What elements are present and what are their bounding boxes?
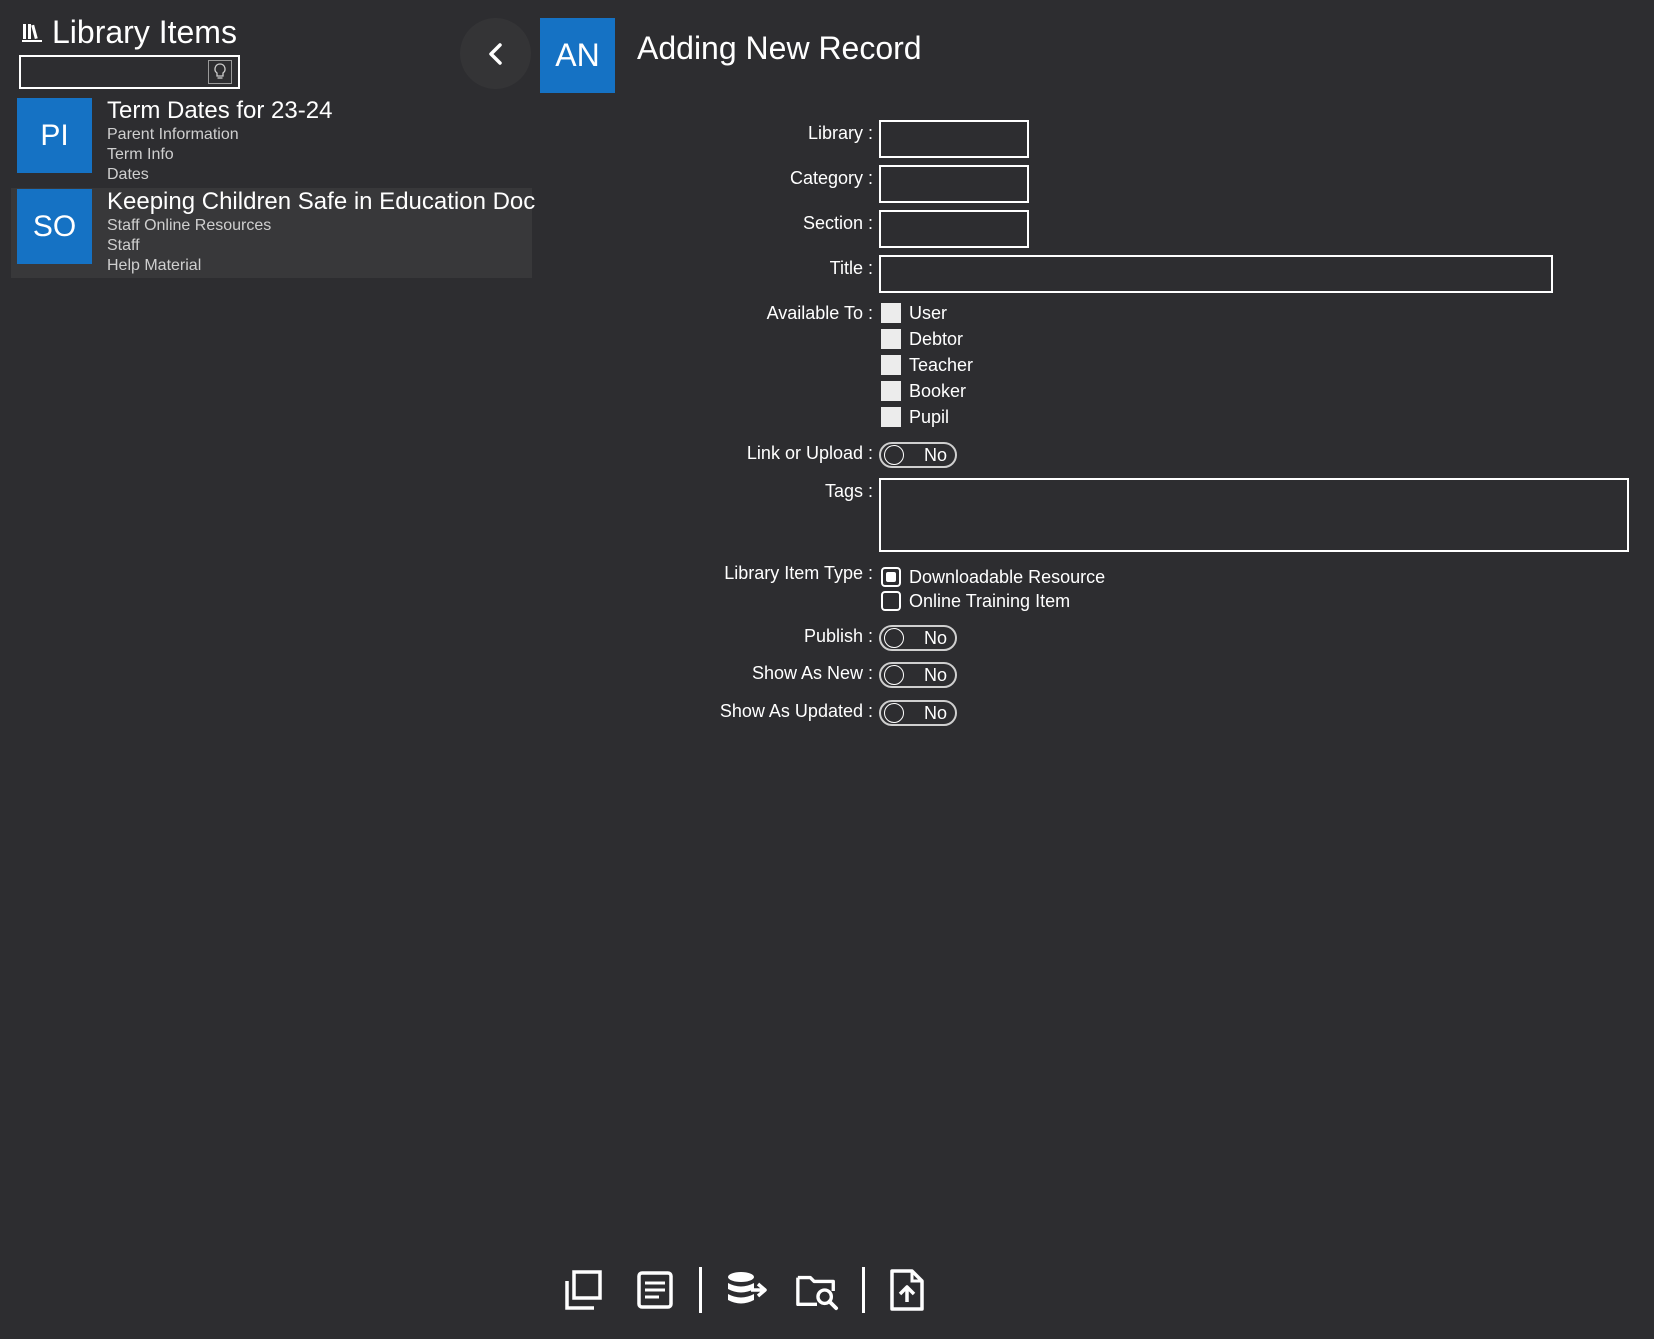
checkbox[interactable]: [881, 355, 901, 375]
library-input[interactable]: [881, 122, 1027, 156]
section-input[interactable]: [881, 212, 1027, 246]
toolbar-divider: [862, 1267, 865, 1313]
show-as-updated-toggle[interactable]: No: [879, 700, 957, 726]
avatar: PI: [17, 98, 92, 173]
radio-online-training-item[interactable]: Online Training Item: [881, 590, 1070, 612]
library-field[interactable]: [879, 120, 1029, 158]
database-export-icon: [728, 1272, 767, 1304]
lightbulb-icon[interactable]: [208, 60, 232, 84]
checkbox[interactable]: [881, 303, 901, 323]
chevron-left-icon: [488, 42, 502, 65]
tags-label: Tags :: [824, 481, 873, 501]
available-to-label: Available To :: [766, 303, 873, 323]
toggle-state: No: [924, 703, 948, 723]
upload-button[interactable]: [885, 1268, 929, 1312]
checkbox-teacher[interactable]: Teacher: [881, 354, 973, 376]
library-label: Library :: [807, 123, 873, 143]
checkbox-booker[interactable]: Booker: [881, 380, 966, 402]
category-label: Category :: [789, 168, 873, 188]
checkbox-label: Booker: [909, 380, 967, 401]
link-or-upload-toggle[interactable]: No: [879, 442, 957, 468]
library-item-type-label: Library Item Type :: [724, 563, 873, 583]
radio-label: Online Training Item: [909, 590, 1071, 611]
toggle-state: No: [924, 628, 948, 648]
toggle-knob: [884, 445, 904, 465]
back-button[interactable]: [460, 18, 531, 89]
list-item-subtitle: Staff Online Resources: [107, 217, 272, 234]
show-as-new-toggle[interactable]: No: [879, 662, 957, 688]
library-icon: [22, 24, 42, 42]
radio-button[interactable]: [881, 591, 901, 611]
search-field[interactable]: [19, 55, 240, 89]
list-item-subtitle: Parent Information: [107, 126, 239, 143]
list-item-subtitle: Help Material: [107, 257, 202, 274]
link-or-upload-label: Link or Upload :: [746, 443, 873, 463]
folder-search-button[interactable]: [795, 1268, 839, 1312]
checkbox-label: Pupil: [909, 406, 950, 427]
copy-icon: [565, 1270, 602, 1310]
copy-button[interactable]: [561, 1268, 605, 1312]
avatar: SO: [17, 189, 92, 264]
list-item-subtitle: Term Info: [107, 146, 174, 163]
toggle-state: No: [924, 665, 948, 685]
publish-label: Publish :: [803, 626, 873, 646]
checkbox-label: Teacher: [909, 354, 974, 375]
checkbox-label: User: [909, 302, 948, 323]
tags-input[interactable]: [881, 480, 1627, 550]
checkbox[interactable]: [881, 329, 901, 349]
checkbox[interactable]: [881, 381, 901, 401]
toolbar-divider: [699, 1267, 702, 1313]
document-icon: [637, 1271, 673, 1309]
title-field[interactable]: [879, 255, 1553, 293]
checkbox-user[interactable]: User: [881, 302, 947, 324]
file-upload-icon: [890, 1269, 924, 1311]
details-button[interactable]: [633, 1268, 677, 1312]
search-input[interactable]: [25, 59, 209, 87]
toggle-knob: [884, 665, 904, 685]
list-item-title: Term Dates for 23-24: [107, 97, 333, 124]
section-field[interactable]: [879, 210, 1029, 248]
library-items-title: Library Items: [52, 13, 237, 50]
tags-field[interactable]: [879, 478, 1629, 552]
toggle-state: No: [924, 445, 948, 465]
publish-toggle[interactable]: No: [879, 625, 957, 651]
list-item-selected[interactable]: SO Keeping Children Safe in Education Do…: [11, 188, 536, 278]
checkbox-debtor[interactable]: Debtor: [881, 328, 963, 350]
radio-button[interactable]: [881, 567, 901, 587]
radio-label: Downloadable Resource: [909, 566, 1106, 587]
section-label: Section :: [802, 213, 873, 233]
list-item[interactable]: PI Term Dates for 23-24 Parent Informati…: [11, 97, 532, 187]
show-as-new-label: Show As New :: [751, 663, 873, 683]
checkbox-label: Debtor: [909, 328, 964, 349]
list-item-title: Keeping Children Safe in Education Doc: [107, 188, 536, 215]
database-export-button[interactable]: [725, 1268, 769, 1312]
title-label: Title :: [829, 258, 873, 278]
category-field[interactable]: [879, 165, 1029, 203]
toggle-knob: [884, 628, 904, 648]
record-avatar: AN: [540, 18, 615, 93]
title-input[interactable]: [881, 257, 1551, 291]
show-as-updated-label: Show As Updated :: [719, 701, 873, 721]
page-title: Adding New Record: [637, 30, 922, 66]
checkbox-pupil[interactable]: Pupil: [881, 406, 949, 428]
radio-downloadable-resource[interactable]: Downloadable Resource: [881, 566, 1105, 588]
list-item-subtitle: Staff: [107, 237, 140, 254]
list-item-subtitle: Dates: [107, 166, 149, 183]
toggle-knob: [884, 703, 904, 723]
category-input[interactable]: [881, 167, 1027, 201]
folder-search-icon: [796, 1275, 839, 1311]
library-items-header: Library Items: [21, 10, 237, 54]
checkbox[interactable]: [881, 407, 901, 427]
